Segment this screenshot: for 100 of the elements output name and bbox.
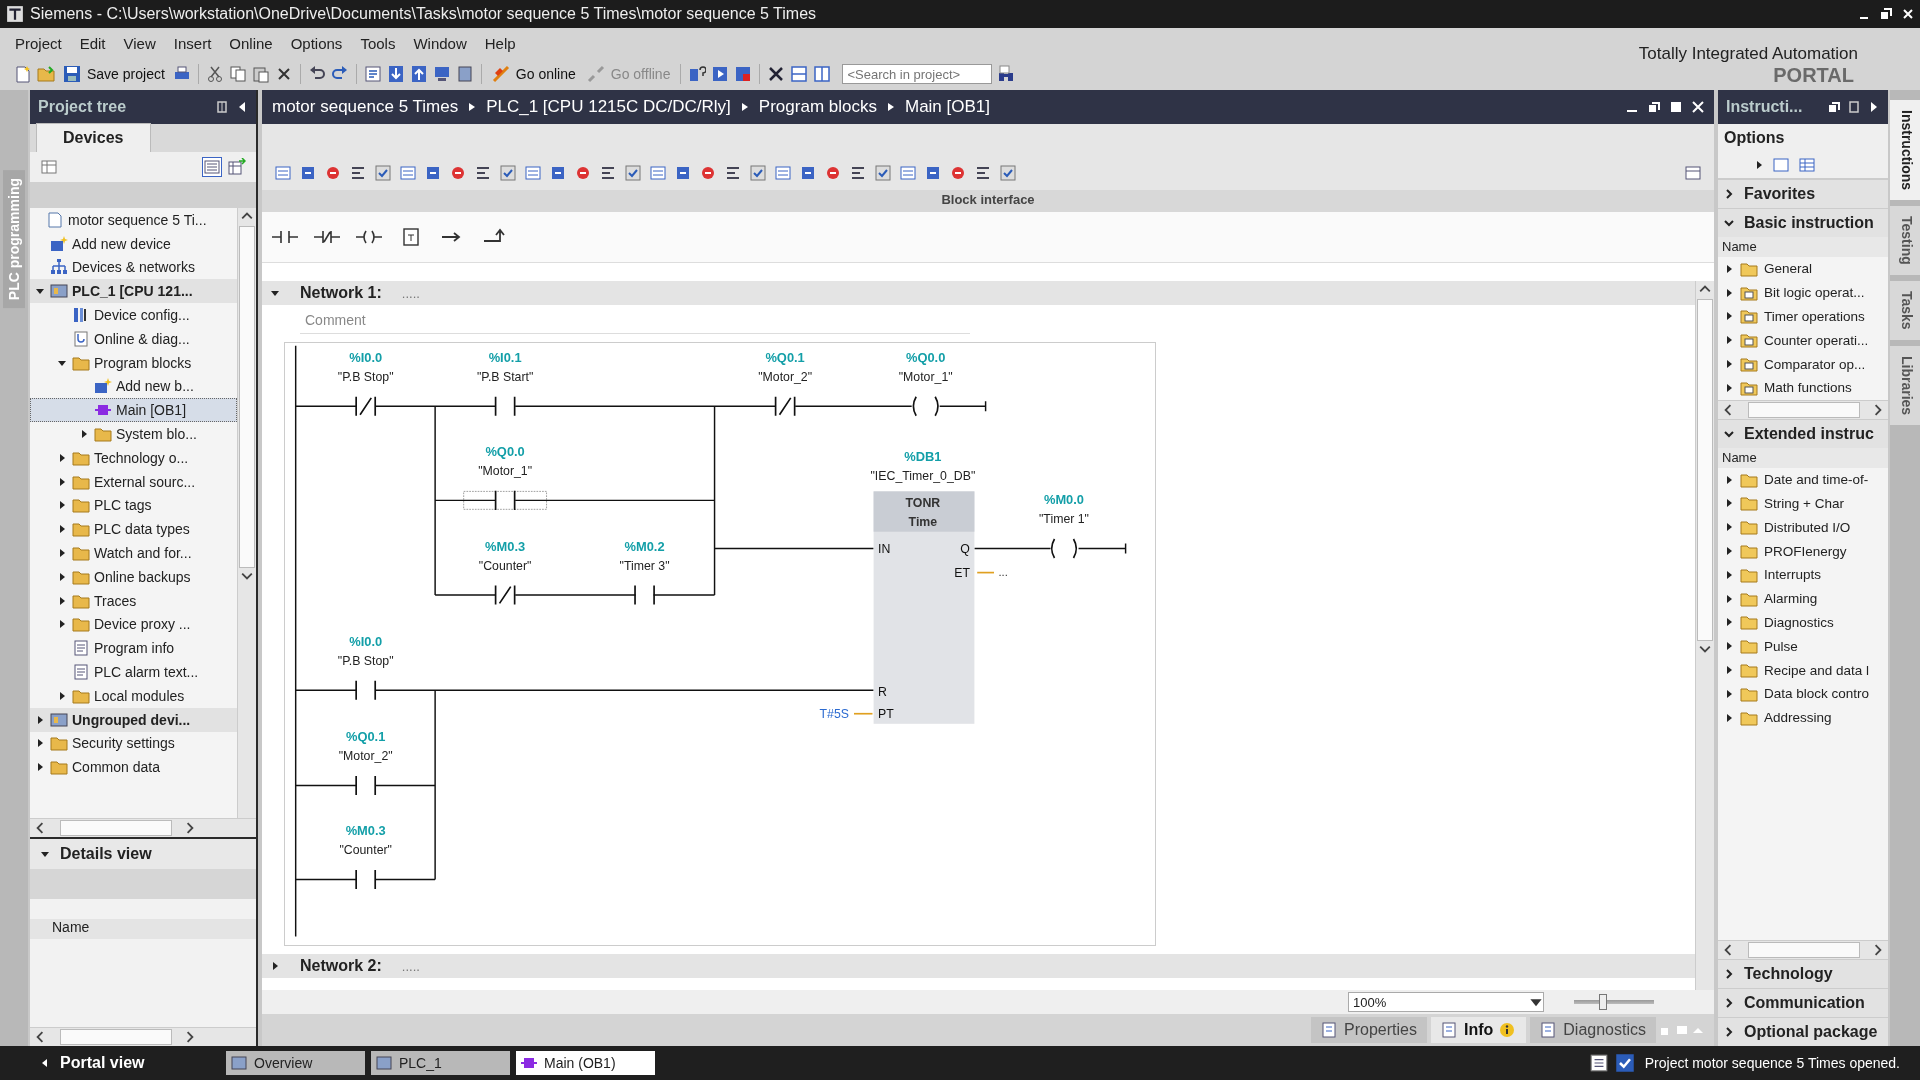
disclosure-triangle-icon[interactable] (57, 500, 67, 511)
palette-header[interactable]: Basic instruction (1718, 208, 1888, 237)
scroll-left-icon[interactable] (1722, 942, 1734, 958)
tree-item[interactable]: Devices & networks (30, 255, 237, 280)
expand-arrow-icon[interactable] (1754, 160, 1764, 170)
toolbar-icon[interactable] (849, 164, 867, 182)
collapse-arrow-icon[interactable] (270, 288, 280, 298)
tree-item[interactable]: Add new b... (30, 374, 237, 399)
expand-arrow-icon[interactable] (1724, 359, 1734, 370)
slider-thumb[interactable] (1599, 994, 1607, 1010)
new-file-icon[interactable] (14, 65, 32, 83)
menu-item[interactable]: Options (281, 34, 352, 52)
tree-item[interactable]: Common data (30, 755, 237, 780)
menu-item[interactable]: Tools (351, 34, 405, 52)
tree-item[interactable]: Device config... (30, 303, 237, 327)
scroll-thumb[interactable] (60, 1029, 172, 1045)
expand-arrow-icon[interactable] (1724, 665, 1734, 676)
toolbar-icon[interactable] (349, 164, 367, 182)
instruction-folder[interactable]: Date and time-of- (1718, 467, 1888, 492)
instruction-folder[interactable]: Alarming (1718, 586, 1888, 611)
instruction-folder[interactable]: Interrupts (1718, 562, 1888, 587)
toolbar-icon[interactable] (424, 164, 442, 182)
network-title-placeholder[interactable]: ..... (401, 285, 420, 301)
menu-item[interactable]: Edit (70, 34, 115, 52)
toolbar-icon[interactable] (674, 164, 692, 182)
split-vertical-icon[interactable] (813, 65, 832, 83)
no-contact[interactable] (355, 775, 377, 796)
tree-item[interactable]: PLC tags (30, 493, 237, 518)
tree-item[interactable]: motor sequence 5 Ti... (30, 208, 237, 232)
menu-item[interactable]: Online (220, 34, 282, 52)
upload-icon[interactable] (409, 65, 428, 83)
tree-item[interactable]: Traces (30, 588, 237, 613)
tree-item[interactable]: Add new device (30, 231, 237, 256)
instruction-folder[interactable]: Diagnostics (1718, 610, 1888, 635)
menu-item[interactable]: Help (475, 34, 525, 52)
toolbar-icon[interactable] (574, 164, 592, 182)
comment-field[interactable]: Comment (300, 307, 970, 334)
scroll-thumb[interactable] (239, 226, 255, 568)
toolbar-icon[interactable] (999, 164, 1017, 182)
toolbar-icon[interactable] (449, 164, 467, 182)
start-simulation-icon[interactable] (711, 65, 730, 83)
disclosure-triangle-icon[interactable] (57, 619, 67, 630)
scroll-left-icon[interactable] (34, 820, 46, 836)
search-field[interactable]: <Search in project> (842, 64, 993, 84)
instruction-folder[interactable]: Distributed I/O (1718, 515, 1888, 540)
disclosure-triangle-icon[interactable] (57, 524, 67, 535)
no-contact[interactable] (494, 490, 516, 511)
preset-time-value[interactable]: T#5S (819, 706, 849, 721)
copy-icon[interactable] (228, 65, 247, 83)
coil[interactable] (1050, 538, 1078, 559)
menu-item[interactable]: View (114, 34, 165, 52)
breadcrumb-link[interactable]: motor sequence 5 Times (272, 97, 459, 117)
menu-item[interactable]: Project (6, 34, 71, 52)
task-card-tab[interactable]: Tasks (1890, 280, 1920, 340)
network-header[interactable]: Network 1: ..... (262, 281, 1695, 305)
toolbar-icon[interactable] (499, 164, 517, 182)
toolbar-icon[interactable] (324, 164, 342, 182)
disclosure-triangle-icon[interactable] (57, 452, 67, 463)
restore-icon[interactable] (1648, 101, 1660, 113)
instruction-folder[interactable]: PROFIenergy (1718, 539, 1888, 563)
expand-arrow-icon[interactable] (270, 961, 280, 971)
expand-arrow-icon[interactable] (1724, 263, 1734, 274)
scroll-thumb[interactable] (1748, 942, 1860, 958)
maximize-icon[interactable] (1670, 101, 1682, 113)
task-card-tab[interactable]: Testing (1890, 206, 1920, 275)
tree-item[interactable]: Watch and for... (30, 541, 237, 565)
monitor-icon[interactable] (432, 65, 451, 83)
scroll-right-icon[interactable] (184, 1029, 196, 1045)
toolbar-icon[interactable] (374, 164, 392, 182)
toolbar-icon[interactable] (474, 164, 492, 182)
toolbar-icon[interactable] (699, 164, 717, 182)
horizontal-scrollbar[interactable] (30, 1027, 256, 1046)
stop-cpu-icon[interactable] (734, 65, 753, 83)
tree-item[interactable]: PLC data types (30, 517, 237, 542)
expand-arrow-icon[interactable] (1724, 311, 1734, 322)
tree-item[interactable]: Online & diag... (30, 327, 237, 351)
list-view-icon[interactable] (1798, 156, 1816, 174)
no-contact[interactable] (634, 584, 655, 606)
disclosure-triangle-icon[interactable] (57, 571, 67, 582)
portal-view-button[interactable]: Portal view (0, 1053, 220, 1073)
expand-arrow-icon[interactable] (1724, 287, 1734, 298)
expand-arrow-icon[interactable] (1724, 593, 1734, 604)
scissors-icon[interactable] (205, 65, 224, 83)
panel-toggle-icon[interactable] (1684, 164, 1702, 182)
expand-arrow-icon[interactable] (1724, 382, 1734, 393)
expand-arrow-icon[interactable] (1724, 522, 1734, 533)
nc-contact[interactable] (774, 395, 796, 417)
tree-item[interactable]: Ungrouped devi... (30, 707, 237, 732)
toolbar-icon[interactable] (799, 164, 817, 182)
inspector-tab[interactable]: Diagnostics (1530, 1017, 1656, 1043)
toolbar-icon[interactable] (924, 164, 942, 182)
editor-tab[interactable]: PLC_1 (371, 1051, 510, 1075)
close-icon[interactable] (1692, 101, 1704, 113)
editor-tab[interactable]: Overview (226, 1051, 365, 1075)
cross-windows-icon[interactable] (767, 65, 786, 83)
tree-item[interactable]: PLC alarm text... (30, 660, 237, 684)
disclosure-triangle-icon[interactable] (79, 429, 89, 440)
vertical-scrollbar[interactable] (237, 208, 256, 818)
tree-item[interactable]: Local modules (30, 683, 237, 708)
disclosure-triangle-icon[interactable] (57, 690, 67, 701)
